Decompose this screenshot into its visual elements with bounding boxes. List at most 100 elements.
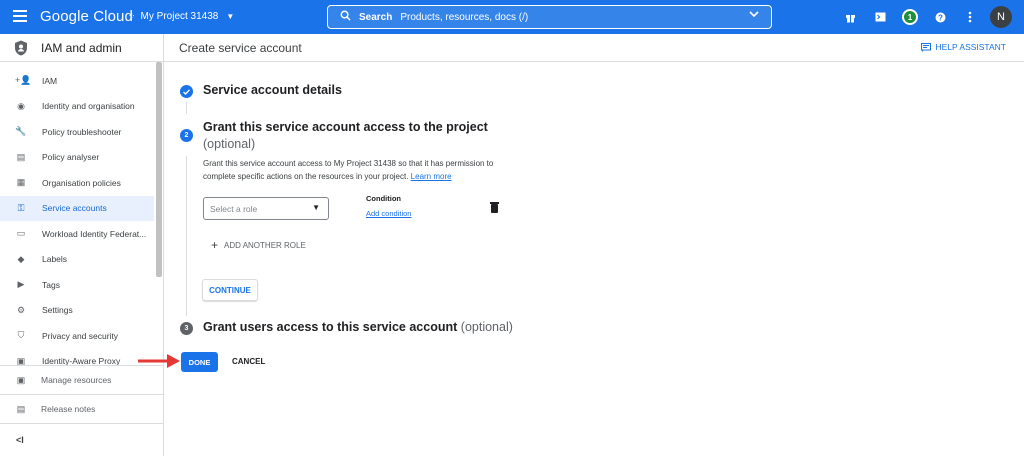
svg-text:?: ? <box>938 13 943 22</box>
caret-down-icon: ▼ <box>226 12 235 21</box>
step3-number: 3 <box>180 322 193 335</box>
sidebar-item-identity-and-organisation[interactable]: ◉ Identity and organisation <box>0 94 154 120</box>
sidebar-title: IAM and admin <box>41 40 122 55</box>
sidebar-item-label: Settings <box>42 305 73 316</box>
red-arrow-annotation <box>138 354 180 368</box>
continue-button[interactable]: CONTINUE <box>202 279 258 301</box>
step3-title: Grant users access to this service accou… <box>203 320 458 334</box>
step-connector <box>186 102 187 114</box>
add-condition-link[interactable]: Add condition <box>366 209 411 218</box>
sidebar-header: IAM and admin <box>0 34 163 62</box>
sidebar-item-iam[interactable]: +👤 IAM <box>0 68 154 94</box>
step3-heading[interactable]: Grant users access to this service accou… <box>203 320 513 334</box>
sidebar-scrollbar[interactable] <box>156 62 162 277</box>
help-assistant-button[interactable]: HELP ASSISTANT <box>921 42 1006 52</box>
step2-description: Grant this service account access to My … <box>203 157 523 183</box>
dropdown-arrow-icon: ▼ <box>312 203 320 212</box>
sidebar-item-label: Policy troubleshooter <box>42 126 122 137</box>
cancel-button[interactable]: CANCEL <box>232 357 265 366</box>
top-icons: 1 ? N <box>840 6 1012 28</box>
learn-more-link[interactable]: Learn more <box>411 172 452 181</box>
project-name: My Project 31438 <box>140 11 219 22</box>
avatar[interactable]: N <box>990 6 1012 28</box>
sidebar-item-workload-identity-federation[interactable]: ▭ Workload Identity Federat... <box>0 221 154 247</box>
top-bar: Google Cloud ⁘ My Project 31438 ▼ Search… <box>0 0 1024 34</box>
search-placeholder: Products, resources, docs (/) <box>400 11 529 23</box>
folder-gear-icon: ▣ <box>16 374 26 385</box>
sidebar-item-label: Organisation policies <box>42 177 121 188</box>
help-assistant-icon <box>921 42 932 52</box>
shield-icon: ⛉ <box>17 330 25 341</box>
id-card-icon: ▭ <box>16 228 26 239</box>
step-connector <box>186 156 187 316</box>
sidebar-item-labels[interactable]: ◆ Labels <box>0 247 154 273</box>
gift-icon[interactable] <box>840 7 860 27</box>
sidebar-item-privacy-and-security[interactable]: ⛉ Privacy and security <box>0 323 154 349</box>
sidebar-item-label: Tags <box>42 279 60 290</box>
release-notes-icon: ▤ <box>16 403 26 414</box>
role-select[interactable]: Select a role ▼ <box>203 197 329 220</box>
sidebar-item-label: Policy analyser <box>42 152 100 163</box>
person-add-icon: +👤 <box>15 75 32 86</box>
sidebar-item-label: Release notes <box>41 404 96 414</box>
sidebar-item-service-accounts[interactable]: ⚿ Service accounts <box>0 195 154 221</box>
label-icon: ◆ <box>17 253 25 264</box>
step2-number: 2 <box>180 129 193 142</box>
google-cloud-logo[interactable]: Google Cloud <box>40 8 133 25</box>
sidebar-item-label: IAM <box>42 75 58 86</box>
sidebar-item-tags[interactable]: ▶ Tags <box>0 272 154 298</box>
chevron-down-icon[interactable] <box>749 10 759 21</box>
sidebar-bottom: ▣ Manage resources ▤ Release notes <box>0 365 164 424</box>
sidebar-item-release-notes[interactable]: ▤ Release notes <box>0 394 164 423</box>
search-box[interactable]: Search Products, resources, docs (/) <box>327 5 772 29</box>
wrench-icon: 🔧 <box>15 126 27 137</box>
add-another-role-button[interactable]: + ADD ANOTHER ROLE <box>211 238 306 252</box>
collapse-sidebar-icon[interactable]: <I <box>16 435 24 445</box>
page-title: Create service account <box>179 40 302 55</box>
step1-title[interactable]: Service account details <box>203 83 342 97</box>
main-content: Create service account HELP ASSISTANT Se… <box>164 34 1024 456</box>
done-button[interactable]: DONE <box>181 352 218 372</box>
sidebar-item-label: Service accounts <box>42 203 107 214</box>
search-icon <box>340 10 351 24</box>
step2-optional: (optional) <box>203 137 256 151</box>
document-search-icon: ▤ <box>16 151 26 162</box>
add-another-role-label: ADD ANOTHER ROLE <box>224 240 306 250</box>
sidebar-item-label: Identity and organisation <box>42 101 135 112</box>
sidebar-list: +👤 IAM ◉ Identity and organisation 🔧 Policy… <box>0 68 154 392</box>
sidebar-item-label: Manage resources <box>41 375 112 385</box>
delete-icon[interactable] <box>490 202 499 213</box>
sidebar-item-manage-resources[interactable]: ▣ Manage resources <box>0 365 164 394</box>
notifications-badge[interactable]: 1 <box>900 7 920 27</box>
more-vert-icon[interactable] <box>960 7 980 27</box>
sidebar-item-settings[interactable]: ⚙ Settings <box>0 298 154 324</box>
help-assistant-label: HELP ASSISTANT <box>935 42 1006 52</box>
plus-icon: + <box>211 238 219 252</box>
gear-icon: ⚙ <box>16 304 26 315</box>
list-document-icon: ▦ <box>16 177 26 188</box>
sidebar: IAM and admin +👤 IAM ◉ Identity and organi… <box>0 34 164 456</box>
menu-icon[interactable] <box>13 10 27 22</box>
help-icon[interactable]: ? <box>930 7 950 27</box>
sidebar-item-organisation-policies[interactable]: ▦ Organisation policies <box>0 170 154 196</box>
project-icon: ⁘ <box>128 11 136 21</box>
service-account-icon: ⚿ <box>17 202 25 213</box>
search-label: Search <box>359 11 393 23</box>
terminal-icon[interactable] <box>870 7 890 27</box>
divider <box>0 423 164 424</box>
sidebar-item-policy-troubleshooter[interactable]: 🔧 Policy troubleshooter <box>0 119 154 145</box>
tag-icon: ▶ <box>17 279 25 290</box>
sidebar-item-label: Privacy and security <box>42 330 119 341</box>
page-header: Create service account <box>164 34 1024 62</box>
project-selector[interactable]: ⁘ My Project 31438 ▼ <box>128 11 234 22</box>
condition-label: Condition <box>366 194 401 203</box>
account-circle-icon: ◉ <box>17 100 25 111</box>
step3-optional: (optional) <box>460 320 513 334</box>
sidebar-item-label: Labels <box>42 254 68 265</box>
check-circle-icon <box>180 85 193 98</box>
sidebar-item-label: Workload Identity Federat... <box>42 228 147 239</box>
iam-shield-icon <box>15 40 27 55</box>
step2-title: Grant this service account access to the… <box>203 120 488 134</box>
role-select-placeholder: Select a role <box>210 203 258 214</box>
sidebar-item-policy-analyser[interactable]: ▤ Policy analyser <box>0 145 154 171</box>
